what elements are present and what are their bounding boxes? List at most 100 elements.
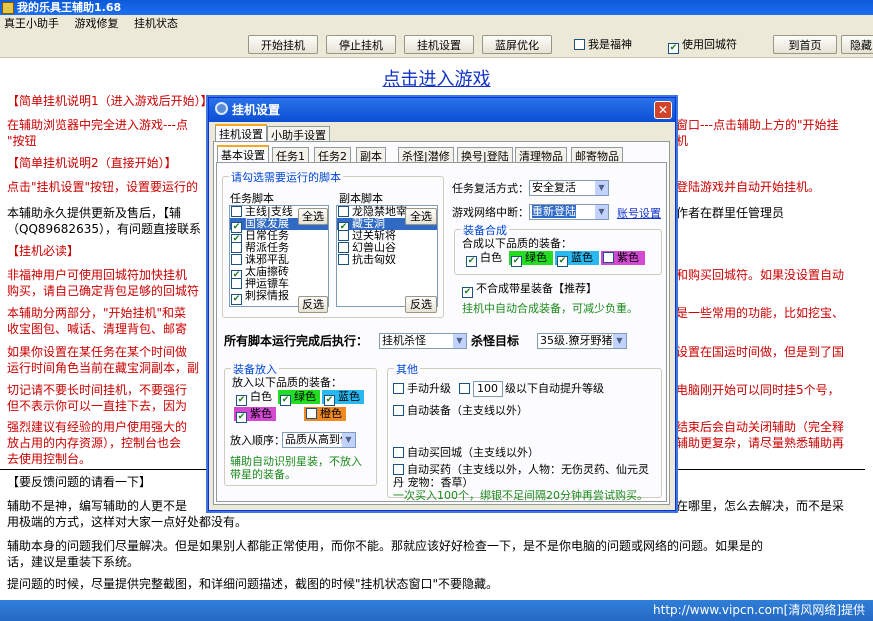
list-checkbox[interactable] (338, 230, 349, 241)
stop-button[interactable]: 停止挂机 (326, 35, 396, 54)
after-all-value: 挂机杀怪 (382, 334, 426, 347)
equip-purple-checkbox[interactable] (603, 252, 614, 263)
dialog-title: 挂机设置 (232, 103, 281, 117)
auto-equip-label: 自动装备（主支线以外） (407, 404, 528, 417)
revive-dropdown[interactable]: 安全复活 ▼ (529, 180, 609, 196)
recall-checkbox[interactable]: 使用回城符 (668, 37, 737, 54)
chevron-down-icon: ▼ (595, 205, 608, 219)
chevron-down-icon: ▼ (453, 334, 466, 348)
close-button[interactable]: ✕ (654, 101, 672, 119)
tab-helper-settings[interactable]: 小助手设置 (267, 126, 330, 142)
auto-level-checkbox[interactable] (459, 383, 470, 394)
list-checkbox[interactable] (231, 206, 242, 217)
equip-merge-title: 装备合成 (461, 222, 509, 238)
auto-buy-potion-option[interactable]: 自动买药（主支线以外，人物：无伤灵药、仙元灵丹 宠物：香草） (393, 463, 658, 489)
tab-dungeon[interactable]: 副本 (356, 147, 386, 163)
gear-blue-checkbox[interactable] (324, 395, 335, 406)
gear-white-option[interactable]: 白色 (234, 390, 276, 406)
kill-target-value: 35级.獠牙野猪 (540, 334, 613, 347)
tab-kill[interactable]: 杀怪|潜修 (398, 147, 454, 163)
gear-orange-checkbox[interactable] (306, 408, 317, 419)
text-fragment: 登陆游戏并自动开始挂机。 (676, 180, 821, 194)
level-input[interactable]: 100 (473, 381, 503, 397)
tab-task1[interactable]: 任务1 (272, 147, 309, 163)
gear-green-label: 绿色 (294, 390, 316, 403)
gear-order-label: 放入顺序： (230, 434, 285, 447)
list-checkbox[interactable] (231, 278, 242, 289)
task-select-all-button[interactable]: 全选 (298, 208, 328, 225)
equip-white-checkbox[interactable] (466, 256, 477, 267)
auto-buy-city-option[interactable]: 自动买回城（主支线以外） (393, 446, 539, 459)
other-group-title: 其他 (394, 361, 420, 377)
tab-mail[interactable]: 邮寄物品 (571, 147, 623, 163)
feedback-line: 提问题的时候，尽量提供完整截图，和详细问题描述，截图的时候"挂机状态窗口"不要隐… (7, 577, 499, 591)
gear-text: 放入以下品质的装备： (232, 376, 342, 389)
gear-green-checkbox[interactable] (280, 395, 291, 406)
bluescreen-button[interactable]: 蓝屏优化 (482, 35, 552, 54)
settings-button[interactable]: 挂机设置 (404, 35, 474, 54)
text-line: 运行时间角色当前在藏宝洞副本，副 (7, 361, 200, 375)
toolbar: 开始挂机 停止挂机 挂机设置 蓝屏优化 我是福神 使用回城符 到首页 隐藏 (0, 33, 873, 58)
menu-item-repair[interactable]: 游戏修复 (75, 17, 119, 30)
task-invert-button[interactable]: 反选 (298, 296, 328, 313)
gear-purple-label: 紫色 (250, 407, 272, 420)
no-merge-star-checkbox[interactable] (462, 287, 473, 298)
tab-basic[interactable]: 基本设置 (217, 145, 269, 162)
auto-equip-option[interactable]: 自动装备（主支线以外） (393, 404, 528, 417)
fushen-checkbox[interactable]: 我是福神 (574, 37, 632, 52)
gear-purple-option[interactable]: 紫色 (234, 407, 276, 423)
equip-blue-checkbox[interactable] (557, 256, 568, 267)
hide-button[interactable]: 隐藏 (841, 35, 873, 54)
gear-white-checkbox[interactable] (236, 395, 247, 406)
chevron-down-icon: ▼ (595, 181, 608, 195)
auto-level-option[interactable] (459, 382, 473, 395)
list-checkbox[interactable] (231, 294, 242, 305)
tab-clean[interactable]: 清理物品 (515, 147, 567, 163)
gear-green-option[interactable]: 绿色 (278, 390, 320, 406)
gear-orange-option[interactable]: 橙色 (304, 407, 346, 421)
list-checkbox[interactable] (338, 254, 349, 265)
kill-target-dropdown[interactable]: 35级.獠牙野猪 ▼ (537, 333, 627, 349)
equip-green-checkbox[interactable] (511, 256, 522, 267)
buy-hint: 一次买入100个，绑银不足间隔20分钟再尝试购买。 (393, 489, 648, 502)
auto-equip-checkbox[interactable] (393, 405, 404, 416)
menu-item-helper[interactable]: 真王小助手 (4, 17, 59, 30)
tab-hang-settings[interactable]: 挂机设置 (215, 124, 267, 141)
list-checkbox[interactable] (231, 242, 242, 253)
auto-buy-city-checkbox[interactable] (393, 447, 404, 458)
list-item[interactable]: 抗击匈奴 (337, 254, 437, 266)
list-checkbox[interactable] (338, 242, 349, 253)
account-settings-link[interactable]: 账号设置 (617, 207, 661, 220)
equip-green-option[interactable]: 绿色 (509, 251, 553, 267)
manual-upgrade-checkbox[interactable] (393, 383, 404, 394)
equip-purple-option[interactable]: 紫色 (601, 251, 645, 265)
gear-blue-option[interactable]: 蓝色 (322, 390, 364, 406)
network-value: 重新登陆 (532, 205, 576, 218)
tab-account[interactable]: 换号|登陆 (457, 147, 513, 163)
network-dropdown[interactable]: 重新登陆 ▼ (529, 204, 609, 220)
gear-group-title: 装备放入 (231, 361, 279, 377)
revive-label: 任务复活方式： (452, 182, 529, 195)
menu-item-status[interactable]: 挂机状态 (134, 17, 178, 30)
dungeon-invert-button[interactable]: 反选 (405, 296, 437, 313)
auto-buy-potion-checkbox[interactable] (393, 464, 404, 475)
equip-white-option[interactable]: 白色 (464, 251, 506, 267)
manual-upgrade-option[interactable]: 手动升级 (393, 382, 451, 395)
after-all-dropdown[interactable]: 挂机杀怪 ▼ (379, 333, 467, 349)
dungeon-header: 副本脚本 (339, 192, 383, 205)
equip-blue-option[interactable]: 蓝色 (555, 251, 599, 267)
recall-box[interactable] (668, 43, 679, 54)
gear-blue-label: 蓝色 (338, 390, 360, 403)
fushen-box[interactable] (574, 39, 585, 50)
top-button[interactable]: 到首页 (773, 35, 837, 54)
start-button[interactable]: 开始挂机 (248, 35, 318, 54)
enter-game-link[interactable]: 点击进入游戏 (0, 65, 873, 91)
list-checkbox[interactable] (338, 206, 349, 217)
text-line: 点击"挂机设置"按钮，设置要运行的 (7, 180, 199, 194)
dungeon-select-all-button[interactable]: 全选 (405, 208, 437, 225)
tab-task2[interactable]: 任务2 (314, 147, 351, 163)
list-checkbox[interactable] (231, 254, 242, 265)
no-merge-star-option[interactable]: 不合成带星装备【推荐】 (462, 282, 597, 298)
gear-order-dropdown[interactable]: 品质从高到低 ▼ (282, 432, 356, 448)
gear-purple-checkbox[interactable] (236, 412, 247, 423)
